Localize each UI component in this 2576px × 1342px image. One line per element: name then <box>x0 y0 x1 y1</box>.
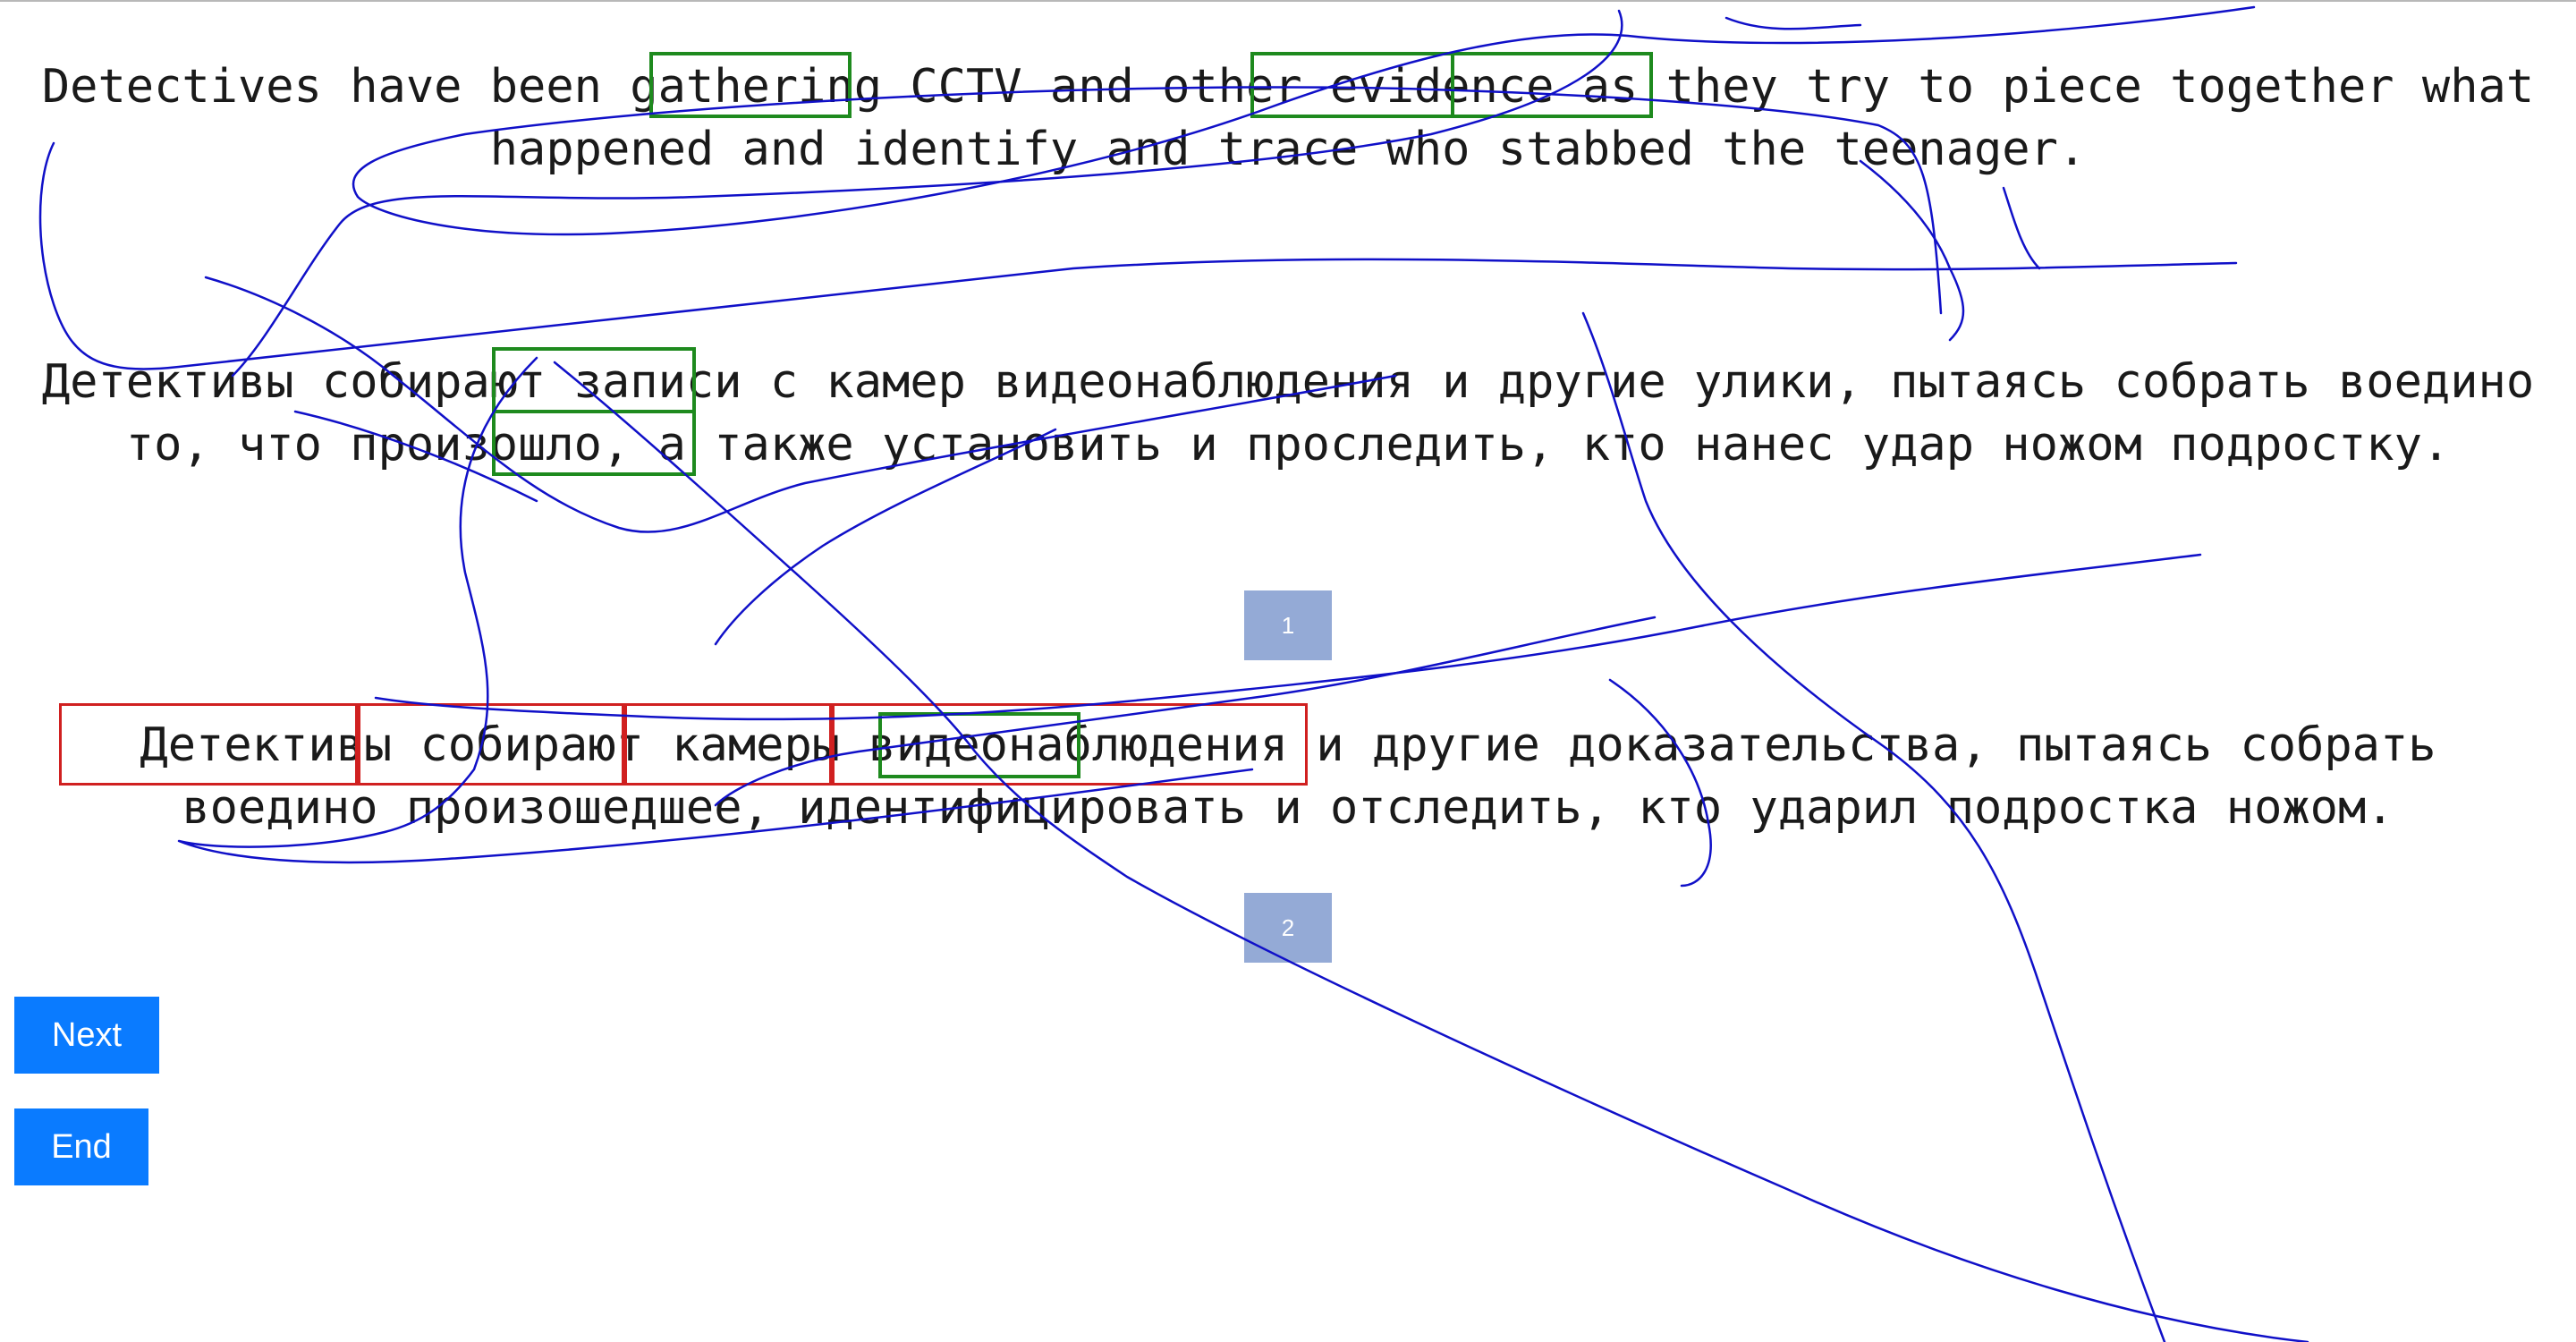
gaze-path <box>553 361 2309 1342</box>
source-sentence: Detectives have been gathering CCTV and … <box>41 60 2535 176</box>
gaze-path <box>1724 16 1862 30</box>
reference-translation: Детективы собирают записи с камер видеон… <box>41 355 2535 471</box>
gaze-path <box>2002 186 2041 270</box>
next-button[interactable]: Next <box>14 997 159 1074</box>
index-badge-1: 1 <box>1244 590 1332 660</box>
end-button[interactable]: End <box>14 1108 148 1185</box>
gaze-trace <box>38 5 2309 1342</box>
top-border <box>0 0 2576 2</box>
candidate-translation: Детективы собирают камеры видеонаблюдени… <box>140 718 2436 835</box>
index-badge-2: 2 <box>1244 893 1332 963</box>
gaze-path <box>1859 159 1965 342</box>
